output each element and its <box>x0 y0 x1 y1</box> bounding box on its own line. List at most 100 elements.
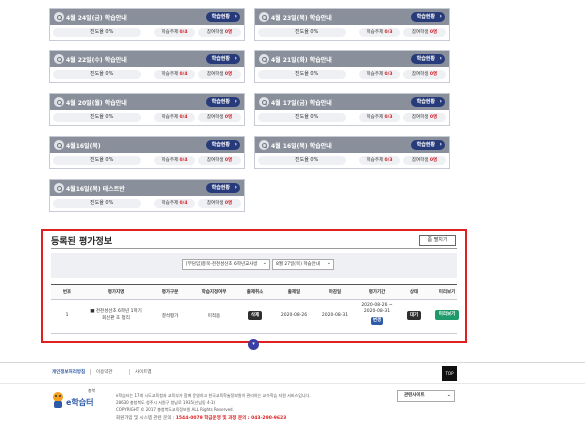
row-number: 1 <box>65 313 69 318</box>
progress-bar: 진도율 0% <box>53 28 141 37</box>
privacy-policy-link[interactable]: 개인정보처리방침 <box>52 369 85 375</box>
divider <box>51 248 457 249</box>
lesson-card: 4월 21일(화) 학습안내 학습현황 진도율 0% 학습주제 0/3 참여학생… <box>254 50 450 83</box>
related-sites-select[interactable]: 관련사이트 <box>397 390 455 402</box>
participants-count[interactable]: 참여학생 0명 <box>198 156 241 165</box>
divider <box>90 369 91 375</box>
participants-count[interactable]: 참여학생 0명 <box>403 70 446 79</box>
table-header: 번호 평가지명 평가구분 학습지정여부 출제취소 출제일 마감일 평가기간 상태… <box>51 284 457 300</box>
column-header: 학습지정여부 <box>201 290 227 295</box>
lesson-card: 4월 20일(월) 학습안내 학습현황 진도율 0% 학습주제 0/4 참여학생… <box>49 93 245 126</box>
scroll-indicator-icon[interactable]: ▾ <box>248 339 259 350</box>
delete-button[interactable]: 삭제 <box>247 311 263 320</box>
lesson-card: 4월 23일(목) 학습안내 학습현황 진도율 0% 학습주제 0/3 참여학생… <box>254 8 450 41</box>
evaluation-section: 등록된 평가정보 좀 펼치기 [부담임]충북-천천성산초 6학년교사방 8월 2… <box>41 229 467 343</box>
search-icon <box>54 12 64 22</box>
evaluation-name-sub: 회신판 초 정리 <box>102 316 130 321</box>
preview-button[interactable]: 미리보기 <box>434 310 460 320</box>
day-select[interactable]: 8월 27일(목) 학습안내 <box>272 259 334 270</box>
period-end: 2020-08-31 <box>363 309 391 314</box>
evaluation-table: 번호 평가지명 평가구분 학습지정여부 출제취소 출제일 마감일 평가기간 상태… <box>51 284 460 334</box>
lesson-card-title: 4월 21일(화) 학습안내 <box>271 57 332 64</box>
expand-button[interactable]: 좀 펼치기 <box>419 235 456 246</box>
participants-count[interactable]: 참여학생 0명 <box>198 113 241 122</box>
lesson-card: 4월 24일(금) 학습안내 학습현황 진도율 0% 학습주제 0/4 참여학생… <box>49 8 245 41</box>
lesson-card-header: 4월 20일(월) 학습안내 학습현황 <box>50 94 244 110</box>
search-icon <box>54 140 64 150</box>
lesson-card-title: 4월 22일(수) 학습안내 <box>66 57 127 64</box>
footer-info: e학습터는 17개 시도교육청과 교육부가 함께 운영하고 한국교육학술정보원이… <box>116 393 311 398</box>
progress-bar: 진도율 0% <box>258 70 346 79</box>
participants-count[interactable]: 참여학생 0명 <box>198 199 241 208</box>
logo-region: 충북 <box>88 388 96 393</box>
lesson-card-header: 4월 23일(목) 학습안내 학습현황 <box>255 9 449 25</box>
topics-count[interactable]: 학습주제 0/3 <box>359 28 400 37</box>
lesson-card: 4월16일(목) 학습현황 진도율 0% 학습주제 0/4 참여학생 0명 <box>49 136 245 169</box>
lesson-card: 4월 17일(금) 학습안내 학습현황 진도율 0% 학습주제 0/3 참여학생… <box>254 93 450 126</box>
participants-count[interactable]: 참여학생 0명 <box>403 28 446 37</box>
topics-count[interactable]: 학습주제 0/4 <box>154 199 195 208</box>
topics-count[interactable]: 학습주제 0/4 <box>154 113 195 122</box>
progress-bar: 진도율 0% <box>258 28 346 37</box>
lesson-card: 4월16일(목) 테스트반 학습현황 진도율 0% 학습주제 0/4 참여학생 … <box>49 179 245 212</box>
table-row: 1 ■ 천천성산초 6학년 1학기 회신판 초 정리 결석평가 미적용 삭제 2… <box>51 300 460 334</box>
sitemap-link[interactable]: 사이트맵 <box>135 369 152 375</box>
learning-status-button[interactable]: 학습현황 <box>205 97 240 107</box>
learning-status-button[interactable]: 학습현황 <box>410 12 445 22</box>
footer-address: 28630 충청북도 청주시 서원구 청남로 1935(산남동 4-3) <box>116 400 216 405</box>
lesson-card-header: 4월 24일(금) 학습안내 학습현황 <box>50 9 244 25</box>
column-header: 평가구분 <box>161 290 179 295</box>
topics-count[interactable]: 학습주제 0/3 <box>359 113 400 122</box>
filter-bar: [부담임]충북-천천성산초 6학년교사방 8월 27일(목) 학습안내 <box>51 253 457 278</box>
learning-status-button[interactable]: 학습현황 <box>205 183 240 193</box>
lesson-card-header: 4월 21일(화) 학습안내 학습현황 <box>255 51 449 67</box>
divider <box>0 362 585 363</box>
column-header: 출제취소 <box>246 290 264 295</box>
divider <box>129 369 130 375</box>
terms-link[interactable]: 이용약관 <box>96 369 113 375</box>
learning-status-button[interactable]: 학습현황 <box>410 140 445 150</box>
topics-count[interactable]: 학습주제 0/4 <box>154 156 195 165</box>
site-logo[interactable]: 충북 e학습터 <box>50 388 110 412</box>
lesson-card-title: 4월 17일(금) 학습안내 <box>271 100 332 107</box>
participants-count[interactable]: 참여학생 0명 <box>403 156 446 165</box>
participants-count[interactable]: 참여학생 0명 <box>198 70 241 79</box>
topics-count[interactable]: 학습주제 0/4 <box>154 70 195 79</box>
scroll-top-button[interactable]: TOP <box>442 366 457 381</box>
progress-bar: 진도율 0% <box>53 156 141 165</box>
lesson-card-title: 4월 20일(월) 학습안내 <box>66 100 127 107</box>
topics-count[interactable]: 학습주제 0/3 <box>359 70 400 79</box>
column-header: 평가기간 <box>368 290 386 295</box>
change-period-button[interactable]: 변경 <box>370 317 384 325</box>
progress-bar: 진도율 0% <box>258 156 346 165</box>
learning-status-button[interactable]: 학습현황 <box>205 54 240 64</box>
lesson-card-title: 4월 16일(목) 학습안내 <box>271 143 332 150</box>
search-icon <box>259 140 269 150</box>
learning-status-button[interactable]: 학습현황 <box>205 12 240 22</box>
footer-copyright: COPYRIGHT © 2017 충청북도교육정보원 ALL Rights Re… <box>116 407 234 412</box>
participants-count[interactable]: 참여학생 0명 <box>198 28 241 37</box>
logo-mascot-icon <box>53 392 63 408</box>
participants-count[interactable]: 참여학생 0명 <box>403 113 446 122</box>
column-header: 마감일 <box>328 290 342 295</box>
class-select[interactable]: [부담임]충북-천천성산초 6학년교사방 <box>182 259 270 270</box>
lesson-card-title: 4월16일(목) <box>66 143 101 150</box>
status-badge: 대기 <box>406 311 422 320</box>
search-icon <box>259 12 269 22</box>
progress-bar: 진도율 0% <box>53 199 141 208</box>
learning-status-button[interactable]: 학습현황 <box>410 54 445 64</box>
learning-status-button[interactable]: 학습현황 <box>205 140 240 150</box>
evaluation-name: ■ 천천성산초 6학년 1학기 <box>90 309 142 314</box>
learning-status-button[interactable]: 학습현황 <box>410 97 445 107</box>
topics-count[interactable]: 학습주제 0/3 <box>359 156 400 165</box>
footer-contact: 회원가입 및 시스템 관련 문의 : 1544-0079 학급운영 및 과정 문… <box>116 416 287 421</box>
topics-count[interactable]: 학습주제 0/4 <box>154 28 195 37</box>
lesson-card-header: 4월 17일(금) 학습안내 학습현황 <box>255 94 449 110</box>
lesson-card-header: 4월 16일(목) 학습안내 학습현황 <box>255 137 449 153</box>
column-header: 출제일 <box>287 290 301 295</box>
progress-bar: 진도율 0% <box>258 113 346 122</box>
column-header: 평가지명 <box>107 290 125 295</box>
evaluation-type: 결석평가 <box>161 314 179 319</box>
divider <box>0 383 585 384</box>
progress-bar: 진도율 0% <box>53 70 141 79</box>
